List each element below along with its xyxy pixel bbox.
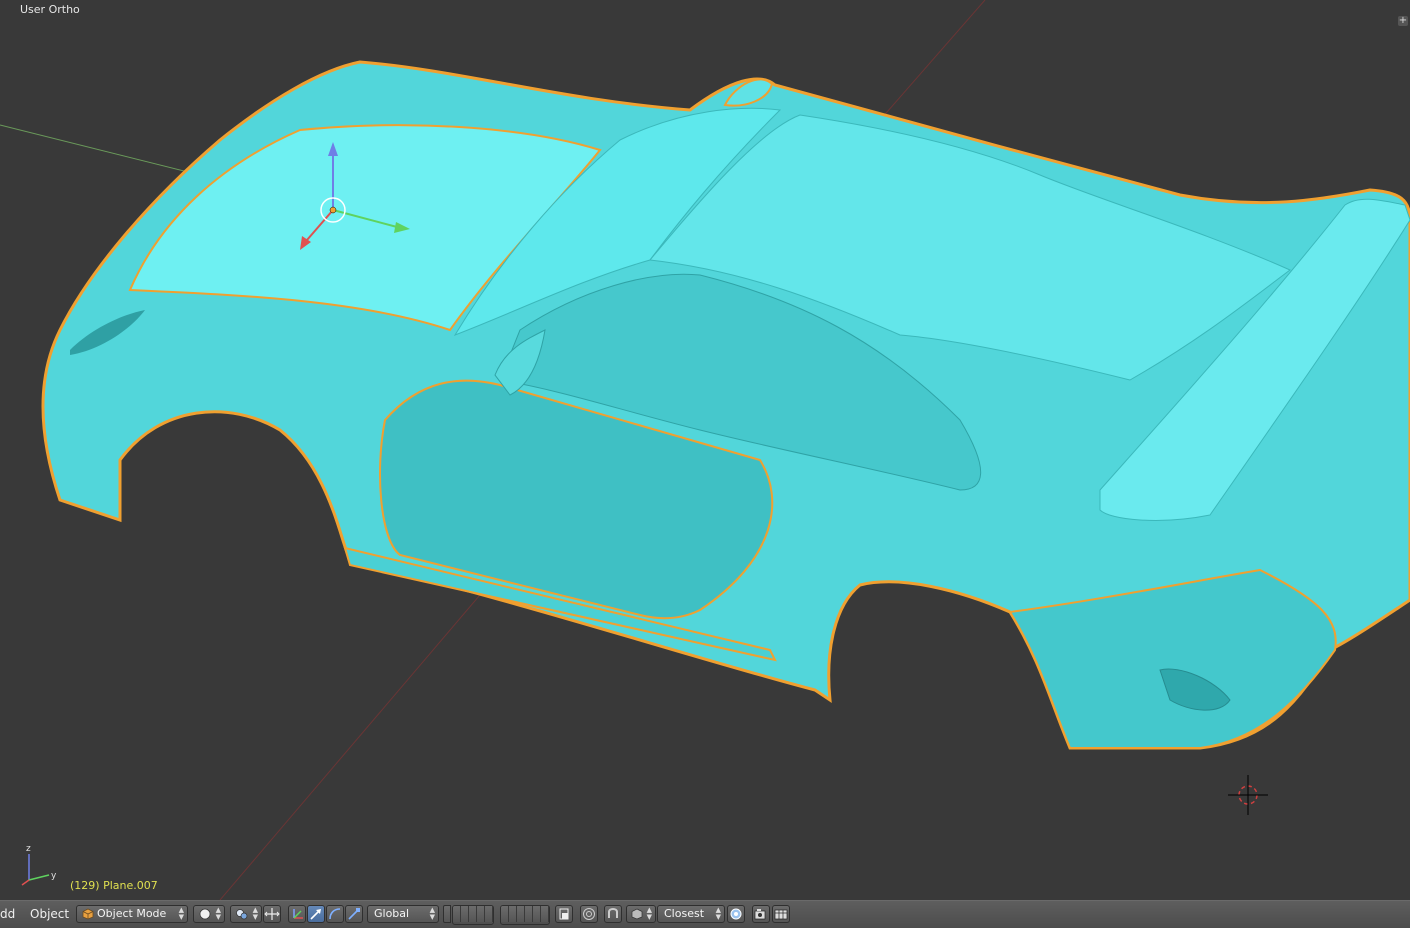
object-origin <box>329 206 337 214</box>
snap-element-icon <box>631 908 643 920</box>
viewport-shading-icon <box>199 908 211 920</box>
snap-toggle-button[interactable] <box>604 905 622 923</box>
render-still-button[interactable] <box>752 905 770 923</box>
rotate-manipulator-button[interactable] <box>307 905 325 923</box>
scale-manipulator-button[interactable] <box>345 905 363 923</box>
layer-lock-button[interactable] <box>555 905 573 923</box>
menu-object[interactable]: Object <box>30 907 69 921</box>
car-body-mesh[interactable] <box>41 60 1410 750</box>
pivot-point-dropdown[interactable]: ▲ ▼ <box>230 905 262 923</box>
layers-icon[interactable] <box>443 905 451 923</box>
mode-dropdown[interactable]: Object Mode ▲ ▼ <box>76 905 188 923</box>
transform-orientation-dropdown[interactable]: Global ▲ ▼ <box>367 905 439 923</box>
pivot-point-icon <box>236 909 248 920</box>
menu-add[interactable]: dd <box>0 907 15 921</box>
cube-icon <box>82 908 94 920</box>
region-toggle-plus-icon[interactable]: + <box>1398 16 1408 26</box>
viewport-shading-dropdown[interactable]: ▲ ▼ <box>193 905 225 923</box>
snap-icon <box>608 908 618 918</box>
render-animation-icon <box>774 909 788 920</box>
viewport-header: dd Object Object Mode ▲ ▼ ▲ ▼ ▲ ▼ Global… <box>0 900 1410 928</box>
3d-viewport[interactable]: User Ortho + z y (129) Plane.007 <box>0 0 1410 900</box>
layer-buttons-group-2[interactable] <box>500 905 550 925</box>
proportional-edit-icon <box>583 908 595 920</box>
active-object-info: (129) Plane.007 <box>70 879 158 892</box>
proportional-edit-button[interactable] <box>580 905 598 923</box>
rotate-manipulator-icon <box>310 909 321 920</box>
onion-skin-button[interactable] <box>727 905 745 923</box>
x-axis-line-top <box>879 0 986 121</box>
snap-target-dropdown[interactable]: Closest ▲ ▼ <box>657 905 725 923</box>
viewport-title: User Ortho <box>20 3 80 16</box>
manipulator-toggle-icon <box>264 908 280 920</box>
scale-manipulator-icon <box>329 908 341 920</box>
3d-cursor-icon[interactable] <box>1228 775 1268 815</box>
translate-manipulator-icon <box>293 909 303 919</box>
mode-label: Object Mode <box>97 907 167 920</box>
orientation-label: Global <box>374 907 410 920</box>
translate-manipulator-button[interactable] <box>288 905 306 923</box>
dropdown-arrows-icon: ▲ ▼ <box>178 906 184 921</box>
render-animation-button[interactable] <box>772 905 790 923</box>
scale-arrow-icon <box>348 908 360 920</box>
scene-canvas[interactable] <box>0 0 1410 900</box>
rotate-arc-button[interactable] <box>326 905 344 923</box>
mini-axis-y-label: y <box>51 871 57 881</box>
snap-target-label: Closest <box>664 907 705 920</box>
snap-element-dropdown[interactable]: ▲ ▼ <box>626 905 656 923</box>
mini-axis-gizmo: z y <box>21 844 57 886</box>
onion-icon <box>730 908 742 920</box>
layer-buttons-group-1[interactable] <box>452 905 494 925</box>
layer-lock-icon <box>559 908 569 920</box>
render-camera-icon <box>754 909 766 920</box>
manipulator-toggle-button[interactable] <box>263 905 281 923</box>
mini-axis-z-label: z <box>26 844 31 854</box>
